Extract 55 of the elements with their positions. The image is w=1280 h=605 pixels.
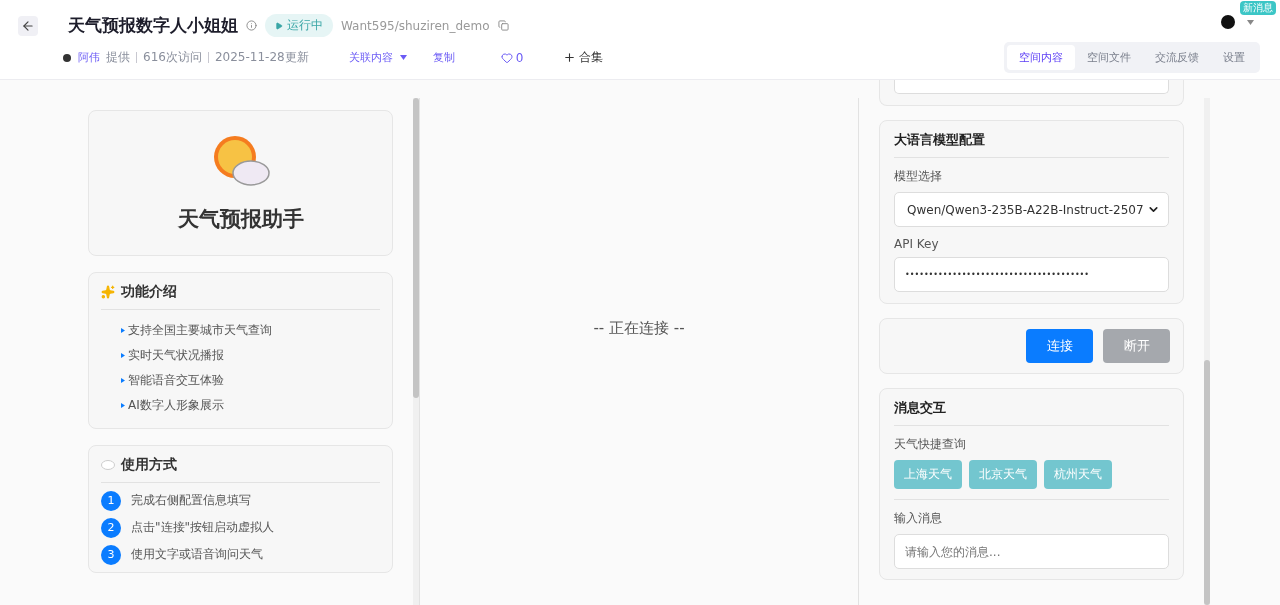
field-label: 天气快捷查询 [894,436,967,453]
provided-text: 提供 [106,49,130,66]
new-message-badge: 新消息 [1240,1,1276,15]
bullet-icon [121,378,125,383]
step-text: 点击"连接"按钮启动虚拟人 [131,519,275,536]
space-tab[interactable]: 设置 [1211,45,1257,70]
section-title: 消息交互 [894,399,946,417]
sparkle-icon [101,285,115,299]
plus-icon [563,51,577,64]
space-tab[interactable]: 空间文件 [1075,45,1143,70]
space-tab[interactable]: 空间内容 [1007,45,1075,70]
model-select[interactable]: Qwen/Qwen3-235B-A22B-Instruct-2507 [894,192,1169,227]
back-button[interactable] [18,15,38,36]
info-icon [246,20,257,31]
user-avatar-icon[interactable] [1220,14,1236,30]
feature-item: AI数字人形象展示 [128,397,224,414]
bullet-icon [121,353,125,358]
collection-button[interactable]: 合集 [563,49,604,66]
section-title: 使用方式 [121,456,177,474]
speech-bubble-icon [101,459,115,471]
step-text: 完成右侧配置信息填写 [131,492,251,509]
copy-link[interactable]: 复制 [432,50,455,65]
field-label: 输入消息 [894,510,943,527]
bullet-icon [121,403,125,408]
section-title: 功能介绍 [121,283,177,301]
step-text: 使用文字或语音询问天气 [131,546,263,563]
like-button[interactable]: 0 [500,50,524,65]
section-title: 大语言模型配置 [894,131,985,149]
field-label: API Key [894,237,940,251]
status-badge: 运行中 [265,14,333,37]
repo-name: Want595/shuziren_demo [341,18,490,33]
update-date: 2025-11-28更新 [214,49,309,66]
feature-item: 支持全国主要城市天气查询 [128,322,272,339]
bullet-icon [121,328,125,333]
step-number: 3 [101,544,121,565]
visit-count: 616次访问 [143,49,202,66]
avatar-icon [62,52,72,63]
message-input[interactable]: 请输入您的消息... [894,534,1169,569]
dropdown-caret-icon[interactable] [1247,20,1254,25]
heart-icon [500,51,513,64]
step-number: 2 [101,517,121,538]
caret-icon [399,55,407,60]
feature-item: 实时天气状况播报 [128,347,224,364]
connect-button[interactable]: 连接 [1026,329,1093,363]
space-title: 天气预报数字人小姐姐 [68,14,238,37]
step-number: 1 [101,490,121,511]
copy-icon[interactable] [497,20,509,31]
space-tab[interactable]: 交流反馈 [1143,45,1211,70]
feature-item: 智能语音交互体验 [128,372,224,389]
field-label: 模型选择 [894,168,943,185]
assistant-title: 天气预报助手 [177,206,304,233]
related-link[interactable]: 关联内容 [348,50,407,65]
author-link[interactable]: 阿伟 [78,50,100,65]
connection-status: -- 正在连接 -- [593,319,685,338]
api-key-field[interactable]: ••••••••••••••••••••••••••••••••••••••• [894,257,1169,292]
